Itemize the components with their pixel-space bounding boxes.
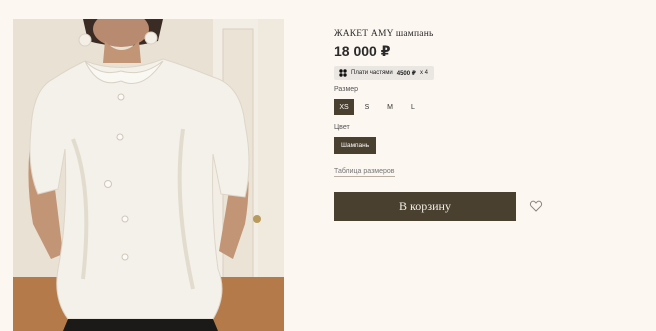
size-selector: XS S M L: [334, 99, 423, 115]
color-label: Цвет: [334, 124, 350, 131]
size-label: Размер: [334, 86, 359, 93]
heart-icon[interactable]: [529, 199, 543, 213]
installments-multiplier: x 4: [419, 70, 428, 76]
split-payment-icon: [339, 69, 347, 77]
size-option-xs[interactable]: XS: [334, 99, 354, 115]
installments-prefix: Плати частями: [351, 70, 393, 76]
size-table-link[interactable]: Таблица размеров: [334, 168, 395, 177]
product-photo[interactable]: [13, 19, 284, 331]
product-title: ЖАКЕТ AMY шампань: [334, 29, 434, 39]
product-page: ЖАКЕТ AMY шампань 18 000 ₽ Плати частями…: [0, 0, 656, 331]
size-option-l[interactable]: L: [403, 99, 423, 115]
color-option-champagne[interactable]: Шампань: [334, 137, 377, 154]
product-photo-image: [13, 19, 284, 331]
add-to-cart-button[interactable]: В корзину: [334, 192, 516, 221]
size-option-m[interactable]: M: [380, 99, 400, 115]
size-option-s[interactable]: S: [357, 99, 377, 115]
installments-badge[interactable]: Плати частями 4500 ₽ x 4: [334, 66, 434, 80]
installments-amount: 4500 ₽: [396, 70, 416, 77]
product-price: 18 000 ₽: [334, 43, 391, 59]
